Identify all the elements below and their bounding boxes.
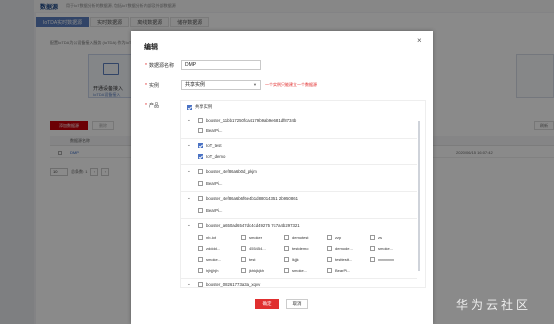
checkbox-icon[interactable] [284, 268, 289, 273]
checkbox-icon[interactable] [370, 235, 375, 240]
product-item[interactable]: BearPi... [198, 181, 222, 186]
product-group[interactable]: IoT_test [198, 143, 222, 148]
chevron-down-icon[interactable]: ⌄ [187, 117, 191, 123]
checkbox-icon[interactable] [370, 257, 375, 262]
product-item[interactable]: test [241, 257, 255, 262]
checkbox-icon[interactable] [187, 104, 192, 110]
product-group[interactable]: booster_a650ad6547dc4cd49275 7c7a4b29732… [198, 223, 300, 228]
checkbox-icon[interactable] [327, 235, 332, 240]
checkbox-icon[interactable] [198, 169, 203, 174]
product-item[interactable]: smoke... [370, 246, 393, 251]
cancel-button[interactable]: 取消 [286, 299, 308, 309]
checkbox-icon[interactable] [370, 246, 375, 251]
product-item[interactable]: xxxxxxxx [370, 257, 394, 262]
instance-select[interactable]: 共享实例 ▼ [181, 80, 261, 90]
instance-hint: 一个实例只能建立一个数据源 [265, 82, 317, 87]
checkbox-icon[interactable] [284, 235, 289, 240]
checkbox-icon[interactable] [241, 235, 246, 240]
checkbox-icon[interactable] [284, 246, 289, 251]
product-item[interactable]: jkhkjkjkh [241, 268, 264, 273]
checkbox-icon[interactable] [284, 257, 289, 262]
checkbox-icon[interactable] [198, 128, 203, 133]
chevron-down-icon[interactable]: ⌄ [187, 281, 191, 287]
product-group[interactable]: booster_4ef86a6b0d_pkjm [198, 169, 257, 174]
product-group[interactable]: booster_11bb17250fca4179b9ab9e681df8734b [198, 118, 296, 123]
product-item[interactable]: lkjjk [284, 257, 299, 262]
checkbox-icon[interactable] [241, 246, 246, 251]
dialog-title: 编辑 [144, 44, 158, 51]
edit-dialog: 编辑 × * 数据源名称 DMP * 实例 共享实例 ▼ 一个实例只能建立一个数据源… [131, 31, 433, 324]
product-item[interactable]: IoT_demo [198, 154, 225, 159]
instance-label: * 实例 [145, 83, 159, 89]
product-item[interactable]: smoke... [198, 257, 221, 262]
chevron-down-icon[interactable]: ⌄ [187, 168, 191, 174]
checkbox-icon[interactable] [198, 257, 203, 262]
product-item[interactable]: testdemo [284, 246, 308, 251]
product-item[interactable]: nb-iot [198, 235, 216, 240]
checkbox-icon[interactable] [198, 223, 203, 228]
chevron-down-icon[interactable]: ⌄ [187, 195, 191, 201]
product-item[interactable]: smoker [241, 235, 262, 240]
datasource-name-input[interactable]: DMP [181, 60, 261, 70]
shared-instance-option[interactable]: 共享实例 [187, 104, 212, 110]
checkbox-icon[interactable] [327, 268, 332, 273]
scrollbar[interactable] [418, 121, 420, 271]
chevron-down-icon[interactable]: ⌄ [187, 142, 191, 148]
checkbox-icon[interactable] [241, 257, 246, 262]
product-item[interactable]: zzp [327, 235, 341, 240]
product-group[interactable]: booster_4ef86a6b6f6e4b1d88014351 2b95086… [198, 196, 298, 201]
checkbox-icon[interactable] [198, 181, 203, 186]
divider [181, 138, 417, 139]
divider [181, 164, 417, 165]
product-item[interactable]: testtestt... [327, 257, 352, 262]
product-item[interactable]: zdddd... [198, 246, 220, 251]
checkbox-icon[interactable] [327, 257, 332, 262]
close-icon[interactable]: × [417, 36, 422, 45]
product-item[interactable]: BearPi... [327, 268, 350, 273]
checkbox-icon[interactable] [198, 154, 203, 159]
confirm-button[interactable]: 确定 [255, 299, 279, 309]
product-item[interactable]: smoke... [284, 268, 307, 273]
product-item[interactable]: BearPi... [198, 128, 222, 133]
watermark-text: 华为云社区 [456, 298, 532, 312]
product-tree: 共享实例 ⌄ booster_11bb17250fca4179b9ab9e681… [180, 100, 426, 288]
checkbox-icon[interactable] [198, 118, 203, 123]
divider [181, 218, 417, 219]
checkbox-icon[interactable] [327, 246, 332, 251]
product-item[interactable]: zs [370, 235, 382, 240]
checkbox-icon[interactable] [198, 246, 203, 251]
checkbox-icon[interactable] [198, 235, 203, 240]
checkbox-icon[interactable] [241, 268, 246, 273]
checkbox-icon[interactable] [198, 196, 203, 201]
product-group[interactable]: booster_08261773a3a_xqvv [198, 282, 260, 287]
checkbox-icon[interactable] [198, 143, 203, 148]
chevron-down-icon: ▼ [253, 82, 257, 87]
checkbox-icon[interactable] [198, 282, 203, 287]
product-item[interactable]: demotest [284, 235, 308, 240]
checkbox-icon[interactable] [198, 268, 203, 273]
product-item[interactable]: BearPi... [198, 208, 222, 213]
name-label: * 数据源名称 [145, 63, 174, 69]
product-label: * 产品 [145, 103, 159, 109]
product-item[interactable]: 455454... [241, 246, 266, 251]
chevron-down-icon[interactable]: ⌄ [187, 222, 191, 228]
product-item[interactable]: hjhjjhjh [198, 268, 218, 273]
checkbox-icon[interactable] [198, 208, 203, 213]
divider [181, 191, 417, 192]
divider [181, 278, 417, 279]
product-item[interactable]: demode... [327, 246, 353, 251]
